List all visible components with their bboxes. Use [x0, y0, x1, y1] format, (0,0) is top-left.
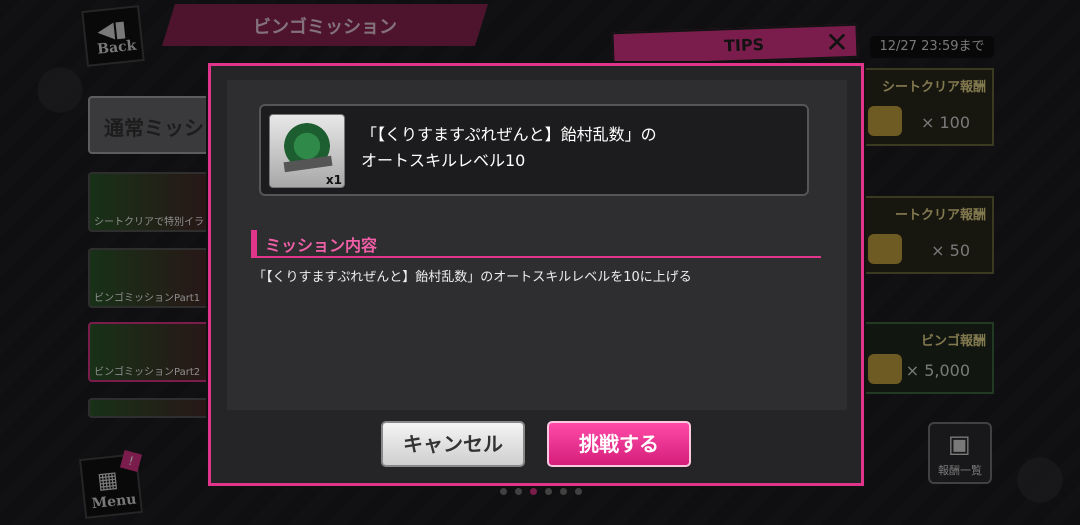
skill-emblem-icon: x1 — [269, 114, 345, 188]
section-heading: ミッション内容 — [251, 230, 821, 258]
challenge-button[interactable]: 挑戦する — [547, 421, 691, 467]
item-name-line2: オートスキルレベル10 — [361, 151, 526, 170]
cancel-button[interactable]: キャンセル — [381, 421, 525, 467]
mission-dialog: x1 「【くりすますぷれぜんと】飴村乱数」の オートスキルレベル10 ミッション… — [206, 61, 866, 488]
dialog-body: x1 「【くりすますぷれぜんと】飴村乱数」の オートスキルレベル10 ミッション… — [227, 80, 847, 410]
section-title: ミッション内容 — [265, 236, 378, 255]
item-name-line1: 「【くりすますぷれぜんと】飴村乱数」の — [361, 125, 657, 144]
item-quantity: x1 — [325, 173, 342, 187]
reward-item-card: x1 「【くりすますぷれぜんと】飴村乱数」の オートスキルレベル10 — [259, 104, 809, 196]
mission-description: 「【くりすますぷれぜんと】飴村乱数」のオートスキルレベルを10に上げる — [253, 270, 692, 285]
section-accent-bar — [251, 230, 257, 258]
item-name: 「【くりすますぷれぜんと】飴村乱数」の オートスキルレベル10 — [361, 122, 781, 174]
